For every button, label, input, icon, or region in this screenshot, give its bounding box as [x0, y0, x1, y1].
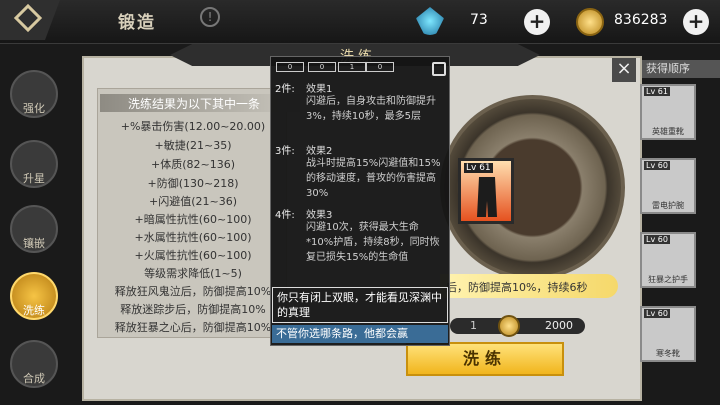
socket-slot: 0 [308, 62, 336, 72]
result-item: +%暴击伤害(12.00~20.00) [120, 120, 266, 133]
selected-equipment[interactable]: Lv 61 [458, 158, 514, 224]
set-desc: 闪避后，自身攻击和防御提升3%，持续10秒，最多5层 [306, 96, 436, 122]
tooltip-footer: 不管你选哪条路，他都会赢 [272, 325, 448, 343]
nav-star-up[interactable]: 升星 [10, 140, 58, 188]
cost-count: 1 [470, 319, 477, 332]
gold-count: 836283 [614, 12, 668, 28]
gold-coin-icon [576, 8, 604, 36]
set-count: 4件: [275, 210, 295, 221]
info-icon[interactable]: ! [200, 7, 220, 27]
nav-enhance[interactable]: 强化 [10, 70, 58, 118]
socket-slot: 1 [338, 62, 366, 72]
item-name: 狂暴之护手 [648, 275, 688, 284]
refine-button[interactable]: 洗练 [406, 342, 564, 376]
socket-slot: 0 [276, 62, 304, 72]
gold-coin-icon [498, 315, 520, 337]
result-item: 释放狂风鬼泣后，防御提高10% [114, 285, 272, 298]
result-item: 等级需求降低(1~5) [144, 267, 242, 280]
item-level: Lv 61 [644, 87, 670, 96]
item-level: Lv 61 [464, 163, 493, 173]
page-title: 锻造 [118, 13, 156, 33]
result-item: 释放迷踪步后，防御提高10% [120, 303, 266, 316]
inventory-item[interactable]: Lv 61 英雄重靴 [640, 84, 696, 140]
socket-slot: 0 [366, 62, 394, 72]
result-item: +闪避值(21~36) [148, 195, 237, 208]
item-level: Lv 60 [644, 161, 670, 170]
result-item: +火属性抗性(60~100) [134, 249, 252, 262]
set-desc: 战斗时提高15%闪避值和15%的移动速度，普攻的伤害提高30% [306, 158, 441, 199]
item-name: 雷电护腕 [652, 201, 684, 210]
set-desc: 闪避10次，获得最大生命*10%护盾，持续8秒，同时恢复已损失15%的生命值 [306, 222, 440, 263]
effect-text: 后，防御提高10%，持续6秒 [446, 281, 588, 294]
inventory-item[interactable]: Lv 60 狂暴之护手 [640, 232, 696, 288]
nav-label: 强化 [23, 102, 45, 115]
nav-synthesis[interactable]: 合成 [10, 340, 58, 388]
item-name: 寒冬靴 [656, 349, 680, 358]
nav-label: 镶嵌 [23, 237, 45, 250]
inventory-item[interactable]: Lv 60 寒冬靴 [640, 306, 696, 362]
result-item: +水属性抗性(60~100) [134, 231, 252, 244]
boots-icon [477, 177, 497, 217]
back-icon [13, 3, 43, 33]
close-icon: × [616, 58, 632, 79]
results-title: 洗练结果为以下其中一条 [128, 97, 261, 111]
set-title: 效果1 [306, 84, 333, 95]
sort-dropdown[interactable]: 获得顺序 [642, 60, 720, 78]
add-gold-button[interactable]: + [683, 9, 709, 35]
set-title: 效果3 [306, 210, 333, 221]
result-item: 释放狂暴之心后，防御提高10% [114, 321, 272, 334]
item-name: 英雄重靴 [652, 127, 684, 136]
top-bar [0, 0, 720, 44]
gem-count: 73 [470, 12, 488, 28]
nav-label: 洗练 [23, 304, 45, 317]
result-item: +防御(130~218) [147, 177, 239, 190]
flavor-text: 你只有闭上双眼，才能看见深渊中的真理 [272, 287, 448, 323]
result-item: +体质(82~136) [150, 158, 235, 171]
set-count: 2件: [275, 84, 295, 95]
set-count: 3件: [275, 146, 295, 157]
close-button[interactable]: × [612, 58, 636, 82]
add-gems-button[interactable]: + [524, 9, 550, 35]
inventory-item[interactable]: Lv 60 雷电护腕 [640, 158, 696, 214]
result-item: +暗属性抗性(60~100) [134, 213, 252, 226]
nav-label: 合成 [23, 372, 45, 385]
cost-gold: 2000 [545, 319, 573, 332]
nav-refine[interactable]: 洗练 [10, 272, 58, 320]
item-level: Lv 60 [644, 235, 670, 244]
set-title: 效果2 [306, 146, 333, 157]
nav-label: 升星 [23, 172, 45, 185]
nav-inlay[interactable]: 镶嵌 [10, 205, 58, 253]
item-level: Lv 60 [644, 309, 670, 318]
lock-icon[interactable] [432, 62, 446, 76]
result-item: +敏捷(21~35) [154, 139, 232, 152]
